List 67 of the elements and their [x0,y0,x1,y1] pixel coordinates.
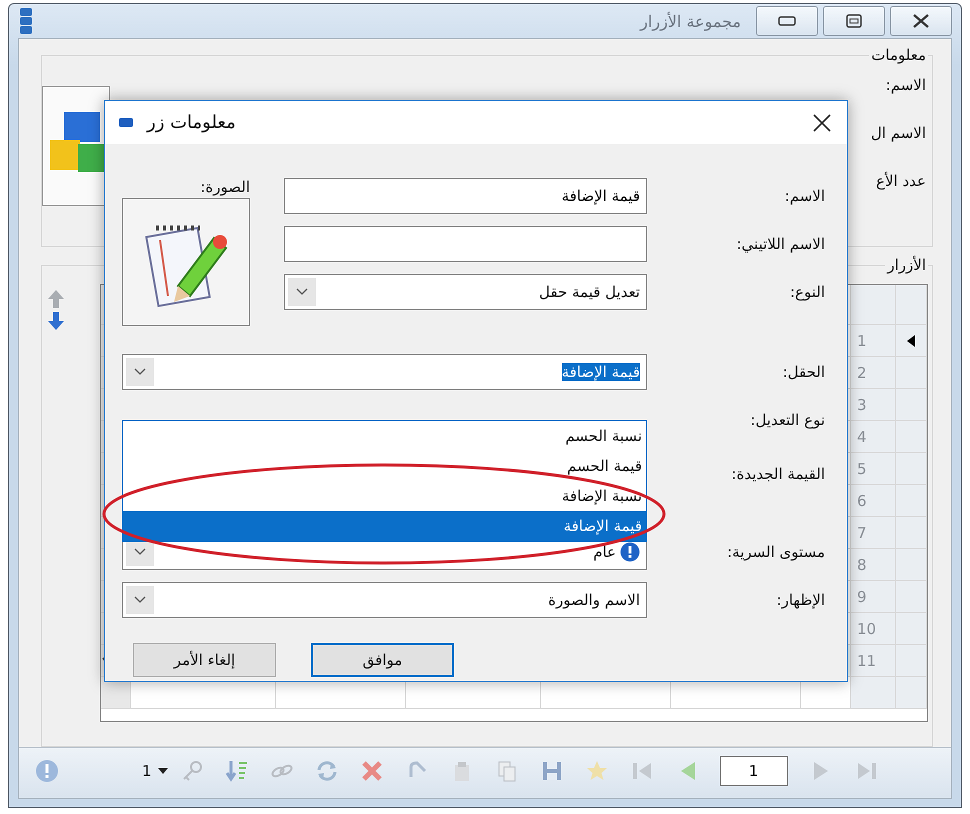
dropdown-field[interactable]: تعديل قيمة حقل [284,274,647,310]
chevron-down-icon [134,368,146,376]
field-label: الحقل: [782,363,826,381]
dialog-title: معلومات زر [147,112,236,133]
row-number: 11 [851,645,896,677]
row-pointer-icon [907,334,915,346]
picture-frame[interactable] [122,198,250,326]
page-field[interactable]: 1 [720,756,788,786]
row-number: 2 [851,357,896,389]
field-label: عدد الأع [875,172,926,190]
ok-button[interactable]: موافق [311,643,454,677]
text-field[interactable] [284,226,647,262]
dropdown-field[interactable]: الاسم والصورة [122,582,647,618]
close-button[interactable] [890,6,952,36]
field-label: القيمة الجديدة: [730,465,826,483]
field-label: الاسم اللاتيني: [735,235,826,253]
dropdown-item[interactable]: قيمة الحسم [123,451,646,481]
info-icon[interactable] [35,759,59,783]
row-number: 10 [851,613,896,645]
dropdown-item[interactable]: قيمة الإضافة [123,511,646,541]
dropdown-item[interactable]: نسبة الحسم [123,421,646,451]
row-number: 5 [851,453,896,485]
field-label: الاسم: [884,76,926,94]
row-number [851,677,896,709]
row-indicator-cell [896,677,927,709]
text-field[interactable]: قيمة الإضافة [284,178,647,214]
caret-icon[interactable] [158,767,168,775]
row-number: 3 [851,389,896,421]
chevron-down-icon [296,288,308,296]
minimize-icon [778,16,796,26]
sort-icon[interactable] [224,759,249,783]
field-label: النوع: [788,283,826,301]
app-icon [20,8,32,34]
chevron-down-icon [134,596,146,604]
field-label: الصورة: [200,178,250,196]
field-label: الإظهار: [776,591,826,609]
window-icon [119,118,133,127]
arrow-down-icon[interactable] [48,312,64,330]
field-label: الاسم ال [870,124,926,142]
row-number: 4 [851,421,896,453]
delete-icon[interactable] [360,759,384,783]
row-number: 6 [851,485,896,517]
row-number: 8 [851,549,896,581]
row-number: 1 [851,325,896,357]
field-label: مستوى السرية: [726,543,826,561]
restore-button[interactable] [823,6,885,36]
close-button[interactable] [811,112,833,134]
dropdown-item[interactable]: نسبة الإضافة [123,481,646,511]
minimize-button[interactable] [756,6,818,36]
star-icon[interactable] [584,759,609,783]
arrow-up-icon[interactable] [48,290,64,308]
row-number: 7 [851,517,896,549]
field-label: الاسم: [784,187,826,205]
group-title: الأزرار [885,256,928,274]
header-cell [851,285,896,325]
dropdown-field[interactable]: قيمة الإضافة [122,354,647,390]
row-number: 9 [851,581,896,613]
refresh-icon[interactable] [314,759,339,783]
restore-icon [846,14,862,28]
cancel-button[interactable]: إلغاء الأمر [133,643,276,677]
record-count: 1 [142,762,152,780]
window-title: مجموعة الأزرار [640,12,741,30]
close-icon [912,13,930,29]
group-title: معلومات [869,46,928,64]
close-icon [811,112,833,134]
field-label: نوع التعديل: [749,411,826,429]
chevron-down-icon [134,548,146,556]
